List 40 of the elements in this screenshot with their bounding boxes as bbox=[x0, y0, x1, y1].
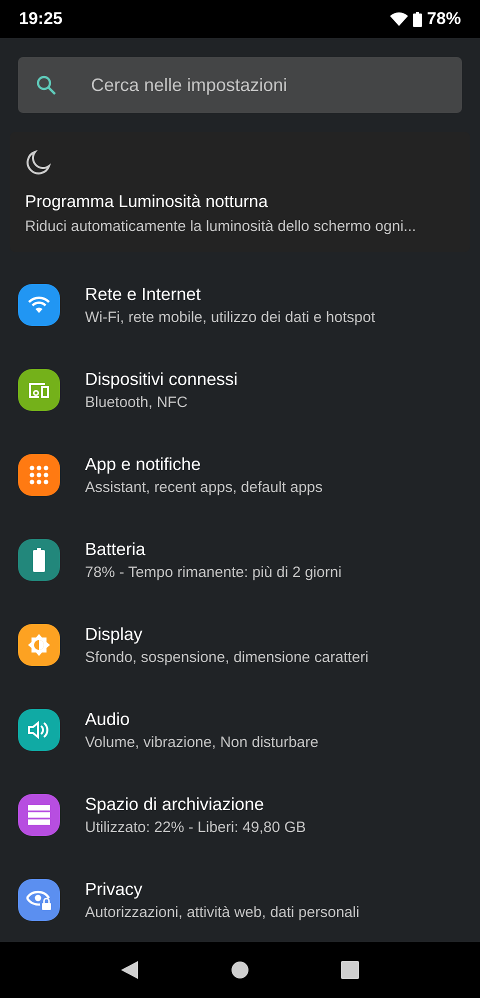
item-title: Dispositivi connessi bbox=[85, 368, 238, 390]
speaker-icon bbox=[28, 720, 50, 740]
battery-percentage: 78% bbox=[426, 9, 461, 29]
item-subtitle: Volume, vibrazione, Non disturbare bbox=[85, 734, 318, 750]
settings-item[interactable]: App e notifiche Assistant, recent apps, default apps bbox=[0, 432, 480, 517]
item-subtitle: Autorizzazioni, attività web, dati personali bbox=[85, 904, 360, 920]
clock: 19:25 bbox=[19, 9, 62, 29]
battery-icon bbox=[412, 12, 422, 26]
moon-icon bbox=[25, 150, 51, 176]
settings-item[interactable]: Spazio di archiviazione Utilizzato: 22% - Liberi: 49,80 GB bbox=[0, 772, 480, 857]
item-subtitle: Utilizzato: 22% - Liberi: 49,80 GB bbox=[85, 818, 306, 836]
storage-icon bbox=[28, 804, 50, 824]
eye-lock-icon bbox=[26, 888, 52, 910]
item-subtitle: Bluetooth, NFC bbox=[85, 394, 189, 410]
item-subtitle: 78% - Tempo rimanente: più di 2 giorni bbox=[85, 564, 342, 580]
item-title: App e notifiche bbox=[85, 454, 202, 474]
brightness-icon bbox=[27, 632, 51, 656]
settings-item[interactable]: Privacy Autorizzazioni, attività web, dati personali bbox=[0, 857, 480, 942]
suggestion-card[interactable]: Programma Luminosità notturna Riduci automaticamente la luminosità dello schermo ogni... bbox=[10, 132, 470, 252]
settings-item[interactable]: Batteria 78% - Tempo rimanente: più di 2 giorni bbox=[0, 517, 480, 602]
item-title: Audio bbox=[85, 708, 131, 730]
suggestion-title: Programma Luminosità notturna bbox=[25, 192, 269, 212]
settings-item[interactable]: Audio Volume, vibrazione, Non disturbare bbox=[0, 687, 480, 772]
settings-item[interactable]: Rete e Internet Wi-Fi, rete mobile, utilizzo dei dati e hotspot bbox=[0, 262, 480, 347]
apps-grid-icon bbox=[29, 464, 49, 484]
settings-item[interactable]: Display Sfondo, sospensione, dimensione caratteri bbox=[0, 602, 480, 687]
suggestion-subtitle: Riduci automaticamente la luminosità dello schermo ogni... bbox=[25, 218, 418, 235]
battery-icon bbox=[33, 548, 45, 572]
item-subtitle: Assistant, recent apps, default apps bbox=[85, 478, 323, 496]
wifi-signal-icon bbox=[390, 12, 408, 26]
item-title: Display bbox=[85, 624, 144, 644]
item-title: Rete e Internet bbox=[85, 284, 202, 304]
item-title: Batteria bbox=[85, 538, 146, 560]
item-title: Spazio di archiviazione bbox=[85, 794, 265, 814]
item-subtitle: Wi-Fi, rete mobile, utilizzo dei dati e hotspot bbox=[85, 308, 376, 326]
item-subtitle: Sfondo, sospensione, dimensione caratteri bbox=[85, 648, 369, 666]
search-field[interactable]: Cerca nelle impostazioni bbox=[18, 57, 462, 113]
wifi-icon bbox=[27, 294, 51, 314]
item-title: Privacy bbox=[85, 878, 144, 900]
settings-item[interactable]: Dispositivi connessi Bluetooth, NFC bbox=[0, 347, 480, 432]
